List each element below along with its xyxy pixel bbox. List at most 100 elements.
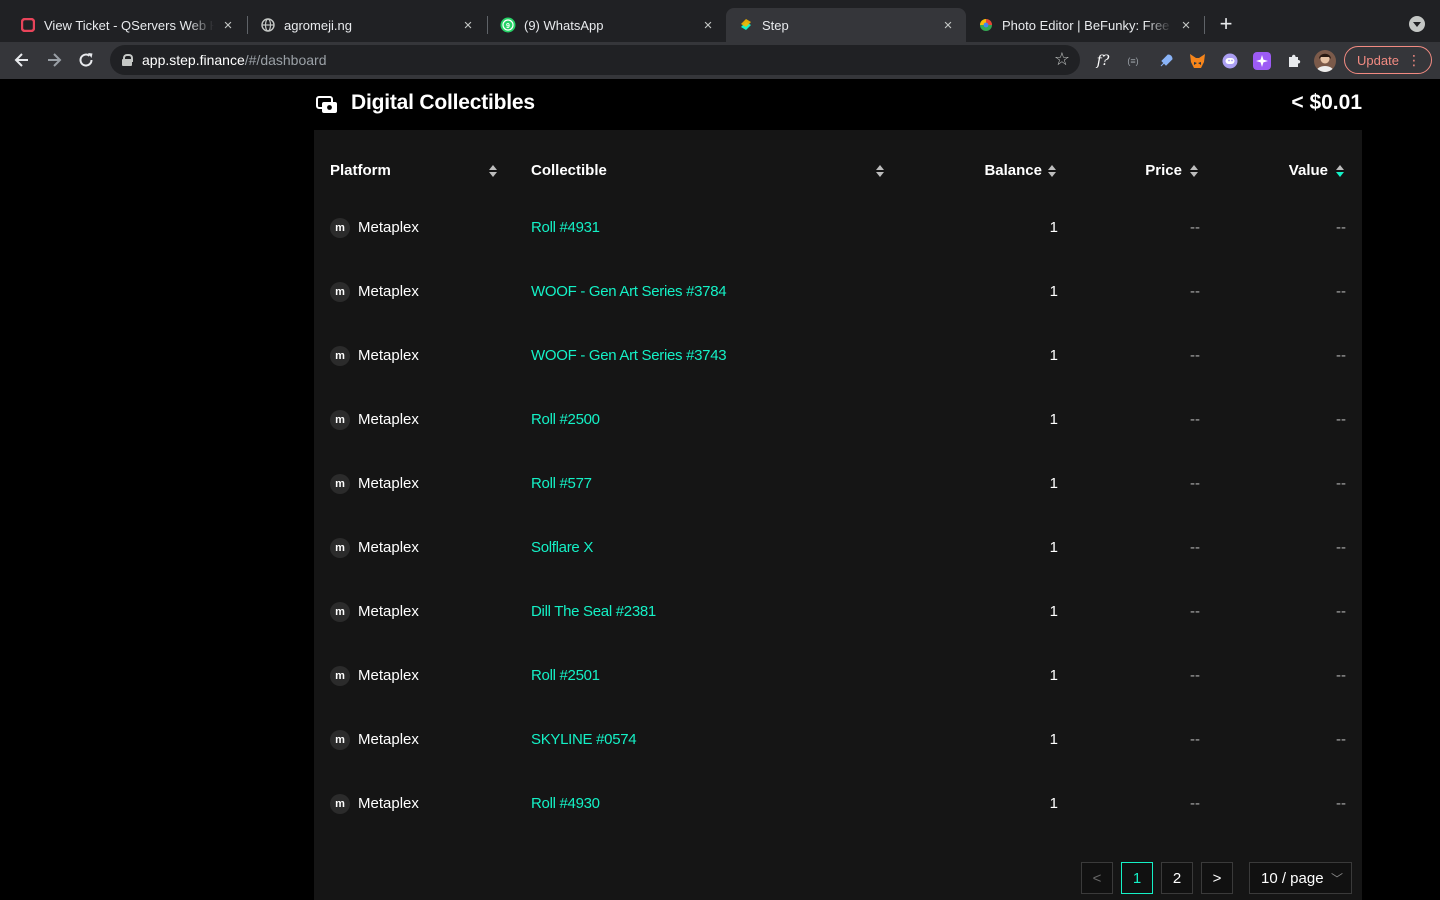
collectibles-header: Digital Collectibles < $0.01 [316,90,1362,120]
collectible-link[interactable]: Roll #2501 [531,667,600,684]
sort-balance-icon[interactable] [1047,163,1057,179]
balance-value: 1 [1049,411,1058,428]
platform-name: Metaplex [358,475,419,492]
collectibles-table: Platform Collectible Balance Price Value… [314,130,1362,900]
value-amount: -- [1336,347,1346,364]
price-value: -- [1190,731,1200,748]
close-icon[interactable]: × [700,17,716,34]
platform-name: Metaplex [358,411,419,428]
column-header-collectible[interactable]: Collectible [531,162,607,179]
reload-icon[interactable] [74,49,98,71]
table-row[interactable]: m Metaplex WOOF - Gen Art Series #3784 1 -- -… [314,262,1362,326]
profile-avatar[interactable] [1314,50,1336,72]
table-row[interactable]: m Metaplex Roll #2500 1 -- -- [314,390,1362,454]
sort-price-icon[interactable] [1189,163,1199,179]
tab-title: Step [762,17,789,33]
browser-toolbar: app.step.finance/#/dashboard ☆ f? (≡) Up… [0,42,1440,79]
table-row[interactable]: m Metaplex WOOF - Gen Art Series #3743 1 -- -… [314,326,1362,390]
metaplex-logo-icon: m [330,410,350,430]
metaplex-logo-icon: m [330,730,350,750]
lock-icon [122,54,133,66]
collectible-link[interactable]: Roll #577 [531,475,592,492]
update-button[interactable]: Update ⋮ [1344,46,1432,74]
value-amount: -- [1336,667,1346,684]
collectible-link[interactable]: SKYLINE #0574 [531,731,637,748]
browser-tab-agromeji[interactable]: agromeji.ng × [248,8,486,42]
chevron-down-icon: ﹀ [1330,872,1343,886]
table-row[interactable]: m Metaplex Roll #577 1 -- -- [314,454,1362,518]
platform-name: Metaplex [358,283,419,300]
collectible-link[interactable]: Dill The Seal #2381 [531,603,656,620]
extensions-puzzle-icon[interactable] [1285,52,1303,70]
table-row[interactable]: m Metaplex Solflare X 1 -- -- [314,518,1362,582]
close-icon[interactable]: × [1178,17,1194,34]
globe-icon [260,17,276,33]
table-row[interactable]: m Metaplex Roll #4930 1 -- -- [314,774,1362,838]
sort-collectible-icon[interactable] [875,163,885,179]
address-bar[interactable]: app.step.finance/#/dashboard ☆ [110,45,1080,75]
pagination-page-1[interactable]: 1 [1121,862,1153,894]
table-row[interactable]: m Metaplex Roll #4931 1 -- -- [314,198,1362,262]
qservers-icon [20,17,36,33]
browser-tab-whatsapp[interactable]: 9 (9) WhatsApp × [488,8,726,42]
pagination-next-button[interactable]: > [1201,862,1233,894]
metaplex-logo-icon: m [330,666,350,686]
price-value: -- [1190,795,1200,812]
sort-platform-icon[interactable] [488,163,498,179]
price-value: -- [1190,539,1200,556]
collectible-link[interactable]: Solflare X [531,539,593,556]
pagination-prev-button[interactable]: < [1081,862,1113,894]
tab-search-icon[interactable] [1409,16,1425,32]
update-label: Update [1357,52,1399,68]
collectible-link[interactable]: WOOF - Gen Art Series #3743 [531,347,727,364]
tab-title: (9) WhatsApp [524,17,604,33]
table-row[interactable]: m Metaplex SKYLINE #0574 1 -- -- [314,710,1362,774]
page-size-select[interactable]: 10 / page ﹀ [1249,862,1352,894]
tab-title: View Ticket - QServers Web Hosting [44,17,214,33]
column-header-value[interactable]: Value [1289,162,1328,179]
column-header-platform[interactable]: Platform [330,162,391,179]
browser-tab-qservers[interactable]: View Ticket - QServers Web Hosting × [8,8,246,42]
column-header-balance[interactable]: Balance [984,162,1042,179]
collectible-link[interactable]: Roll #2500 [531,411,600,428]
extension-fx-icon[interactable]: f? [1094,52,1112,70]
extension-metamask-fox-icon[interactable] [1188,52,1206,70]
collectible-link[interactable]: Roll #4930 [531,795,600,812]
platform-name: Metaplex [358,667,419,684]
page-size-value: 10 / page [1261,869,1324,887]
browser-tab-strip: View Ticket - QServers Web Hosting × agr… [0,0,1440,42]
bookmark-star-icon[interactable]: ☆ [1054,49,1070,70]
extension-phantom-icon[interactable] [1221,52,1239,70]
pagination-page-2[interactable]: 2 [1161,862,1193,894]
collectible-link[interactable]: WOOF - Gen Art Series #3784 [531,283,727,300]
price-value: -- [1190,603,1200,620]
metaplex-logo-icon: m [330,282,350,302]
tab-title: agromeji.ng [284,17,352,33]
extension-sparkle-icon[interactable] [1253,52,1271,70]
balance-value: 1 [1049,731,1058,748]
back-arrow-icon[interactable] [10,49,34,71]
extension-brackets-icon[interactable]: (≡) [1124,52,1142,70]
column-header-price[interactable]: Price [1145,162,1182,179]
platform-name: Metaplex [358,731,419,748]
browser-tab-step[interactable]: Step × [726,8,966,42]
sort-value-icon[interactable] [1335,163,1345,179]
browser-tab-befunky[interactable]: Photo Editor | BeFunky: Free Online × [966,8,1204,42]
metaplex-logo-icon: m [330,218,350,238]
platform-name: Metaplex [358,603,419,620]
close-icon[interactable]: × [220,17,236,34]
close-icon[interactable]: × [940,17,956,34]
price-value: -- [1190,667,1200,684]
tab-title: Photo Editor | BeFunky: Free Online [1002,17,1172,33]
platform-name: Metaplex [358,347,419,364]
balance-value: 1 [1049,603,1058,620]
table-row[interactable]: m Metaplex Dill The Seal #2381 1 -- -- [314,582,1362,646]
platform-name: Metaplex [358,219,419,236]
forward-arrow-icon[interactable] [42,49,66,71]
close-icon[interactable]: × [460,17,476,34]
whatsapp-icon: 9 [500,17,516,33]
table-row[interactable]: m Metaplex Roll #2501 1 -- -- [314,646,1362,710]
collectible-link[interactable]: Roll #4931 [531,219,600,236]
new-tab-plus-icon[interactable]: + [1214,12,1238,36]
extension-rocket-icon[interactable] [1157,52,1175,70]
